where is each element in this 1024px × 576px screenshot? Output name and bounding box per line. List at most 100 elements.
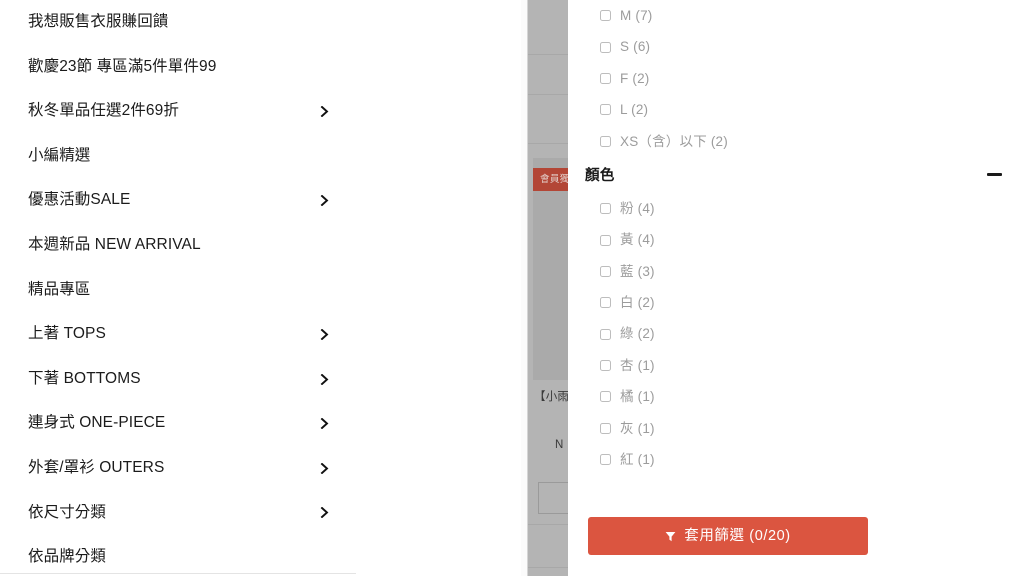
funnel-icon bbox=[665, 531, 676, 542]
checkbox-icon[interactable] bbox=[600, 328, 611, 340]
color-option-list: 粉 (4) 黃 (4) 藍 (3) 白 (2) 綠 (2) 杏 (1) 橘 (1) 灰 (1)… bbox=[568, 193, 1024, 476]
filter-option-label: 白 (2) bbox=[620, 295, 655, 311]
dim-product-card bbox=[533, 158, 568, 380]
color-group-title: 顏色 bbox=[585, 168, 615, 185]
checkbox-icon[interactable] bbox=[600, 454, 611, 466]
filter-option[interactable]: 杏 (1) bbox=[568, 350, 1024, 381]
category-nav-list: 我想販售衣服賺回饋歡慶23節 專區滿5件單件99 秋冬單品任選2件69折 小編精選優… bbox=[0, 0, 356, 573]
filter-option[interactable]: F (2) bbox=[568, 63, 1024, 94]
filter-option[interactable]: XS（含）以下 (2) bbox=[568, 126, 1024, 157]
filter-option-label: XS（含）以下 (2) bbox=[620, 133, 728, 149]
nav-item-label: 依尺寸分類 bbox=[28, 503, 107, 521]
checkbox-icon[interactable] bbox=[600, 360, 611, 372]
filter-option[interactable]: L (2) bbox=[568, 94, 1024, 125]
nav-item-label: 下著 BOTTOMS bbox=[28, 369, 141, 387]
nav-item-label: 依品牌分類 bbox=[28, 548, 107, 566]
nav-item[interactable]: 外套/罩衫 OUTERS bbox=[0, 446, 356, 491]
chevron-right-icon[interactable] bbox=[319, 507, 330, 519]
dim-divider bbox=[528, 54, 568, 55]
checkbox-icon[interactable] bbox=[600, 104, 611, 116]
filter-option[interactable]: 綠 (2) bbox=[568, 319, 1024, 350]
size-filter-group: M (7) S (6) F (2) L (2) XS（含）以下 (2) bbox=[568, 0, 1024, 157]
nav-item[interactable]: 秋冬單品任選2件69折 bbox=[0, 89, 356, 134]
checkbox-icon[interactable] bbox=[600, 72, 611, 84]
filter-option-label: 灰 (1) bbox=[620, 420, 655, 436]
chevron-right-icon[interactable] bbox=[319, 195, 330, 207]
nav-item-label: 連身式 ONE-PIECE bbox=[28, 414, 166, 432]
dimmed-product-page-strip: 會員獨 【小雨 N bbox=[528, 0, 568, 576]
filter-option[interactable]: 粉 (4) bbox=[568, 193, 1024, 224]
checkbox-icon[interactable] bbox=[600, 297, 611, 309]
nav-item-label: 上著 TOPS bbox=[28, 325, 106, 343]
chevron-right-icon[interactable] bbox=[319, 462, 330, 474]
filter-option[interactable]: 橘 (1) bbox=[568, 381, 1024, 412]
minus-icon[interactable] bbox=[987, 173, 1002, 177]
nav-item-label: 秋冬單品任選2件69折 bbox=[28, 102, 179, 120]
filter-option-label: 黃 (4) bbox=[620, 232, 655, 248]
nav-item-label: 本週新品 NEW ARRIVAL bbox=[28, 235, 201, 253]
chevron-right-icon[interactable] bbox=[319, 373, 330, 385]
nav-item[interactable]: 依尺寸分類 bbox=[0, 491, 356, 536]
nav-item[interactable]: 優惠活動SALE bbox=[0, 178, 356, 223]
nav-item[interactable]: 下著 BOTTOMS bbox=[0, 357, 356, 402]
filter-option[interactable]: 紅 (1) bbox=[568, 444, 1024, 475]
checkbox-icon[interactable] bbox=[600, 10, 611, 22]
member-exclusive-badge: 會員獨 bbox=[533, 168, 568, 191]
app-screen: 我想販售衣服賺回饋歡慶23節 專區滿5件單件99 秋冬單品任選2件69折 小編精選優… bbox=[0, 0, 1024, 576]
filter-option-label: 橘 (1) bbox=[620, 389, 655, 405]
checkbox-icon[interactable] bbox=[600, 422, 611, 434]
nav-item-label: 外套/罩衫 OUTERS bbox=[28, 458, 165, 476]
filter-option-label: 粉 (4) bbox=[620, 200, 655, 216]
dim-product-price: N bbox=[555, 439, 564, 451]
filter-option[interactable]: 白 (2) bbox=[568, 287, 1024, 318]
checkbox-icon[interactable] bbox=[600, 203, 611, 215]
dim-divider bbox=[528, 524, 568, 525]
filter-option-label: 紅 (1) bbox=[620, 452, 655, 468]
filter-option-label: F (2) bbox=[620, 70, 650, 86]
checkbox-icon[interactable] bbox=[600, 135, 611, 147]
nav-item[interactable]: 本週新品 NEW ARRIVAL bbox=[0, 223, 356, 268]
dim-product-title: 【小雨 bbox=[534, 391, 568, 403]
filter-option[interactable]: 黃 (4) bbox=[568, 224, 1024, 255]
chevron-right-icon[interactable] bbox=[319, 105, 330, 117]
dim-divider bbox=[528, 143, 568, 144]
checkbox-icon[interactable] bbox=[600, 391, 611, 403]
size-option-list: M (7) S (6) F (2) L (2) XS（含）以下 (2) bbox=[568, 0, 1024, 157]
nav-item[interactable]: 連身式 ONE-PIECE bbox=[0, 401, 356, 446]
filter-option[interactable]: 灰 (1) bbox=[568, 413, 1024, 444]
filter-option-label: 藍 (3) bbox=[620, 263, 655, 279]
nav-item[interactable]: 歡慶23節 專區滿5件單件99 bbox=[0, 45, 356, 90]
dim-divider bbox=[528, 567, 568, 568]
checkbox-icon[interactable] bbox=[600, 234, 611, 246]
filter-option-label: 杏 (1) bbox=[620, 357, 655, 373]
nav-item[interactable]: 依品牌分類 bbox=[0, 535, 356, 573]
chevron-right-icon[interactable] bbox=[319, 328, 330, 340]
nav-item-label: 優惠活動SALE bbox=[28, 191, 131, 209]
color-filter-group: 顏色 粉 (4) 黃 (4) 藍 (3) 白 (2) 綠 (2) 杏 (1) 橘 (1) 灰 … bbox=[568, 157, 1024, 476]
checkbox-icon[interactable] bbox=[600, 265, 611, 277]
filter-option[interactable]: S (6) bbox=[568, 31, 1024, 62]
filter-option-label: L (2) bbox=[620, 102, 649, 118]
dim-divider bbox=[528, 94, 568, 95]
category-nav-panel: 我想販售衣服賺回饋歡慶23節 專區滿5件單件99 秋冬單品任選2件69折 小編精選優… bbox=[0, 0, 356, 574]
filter-option-label: 綠 (2) bbox=[620, 326, 655, 342]
filter-option-label: S (6) bbox=[620, 39, 651, 55]
nav-item-label: 我想販售衣服賺回饋 bbox=[28, 13, 169, 30]
checkbox-icon[interactable] bbox=[600, 41, 611, 53]
nav-item-label: 歡慶23節 專區滿5件單件99 bbox=[28, 57, 217, 75]
nav-item[interactable]: 小編精選 bbox=[0, 134, 356, 179]
filter-panel: M (7) S (6) F (2) L (2) XS（含）以下 (2) 顏色 粉 (4)… bbox=[568, 0, 1024, 576]
dim-input-field bbox=[538, 482, 568, 514]
nav-item[interactable]: 上著 TOPS bbox=[0, 312, 356, 357]
apply-filter-button[interactable]: 套用篩選 (0/20) bbox=[588, 517, 868, 555]
apply-button-container: 套用篩選 (0/20) bbox=[568, 517, 1024, 555]
filter-option[interactable]: M (7) bbox=[568, 0, 1024, 31]
nav-item-label: 小編精選 bbox=[28, 146, 91, 164]
nav-item[interactable]: 我想販售衣服賺回饋 bbox=[0, 0, 356, 45]
filter-option[interactable]: 藍 (3) bbox=[568, 256, 1024, 287]
color-group-header[interactable]: 顏色 bbox=[568, 157, 1024, 193]
apply-filter-label: 套用篩選 (0/20) bbox=[684, 527, 791, 544]
filter-option-label: M (7) bbox=[620, 7, 653, 23]
chevron-right-icon[interactable] bbox=[319, 418, 330, 430]
nav-item[interactable]: 精品專區 bbox=[0, 268, 356, 313]
